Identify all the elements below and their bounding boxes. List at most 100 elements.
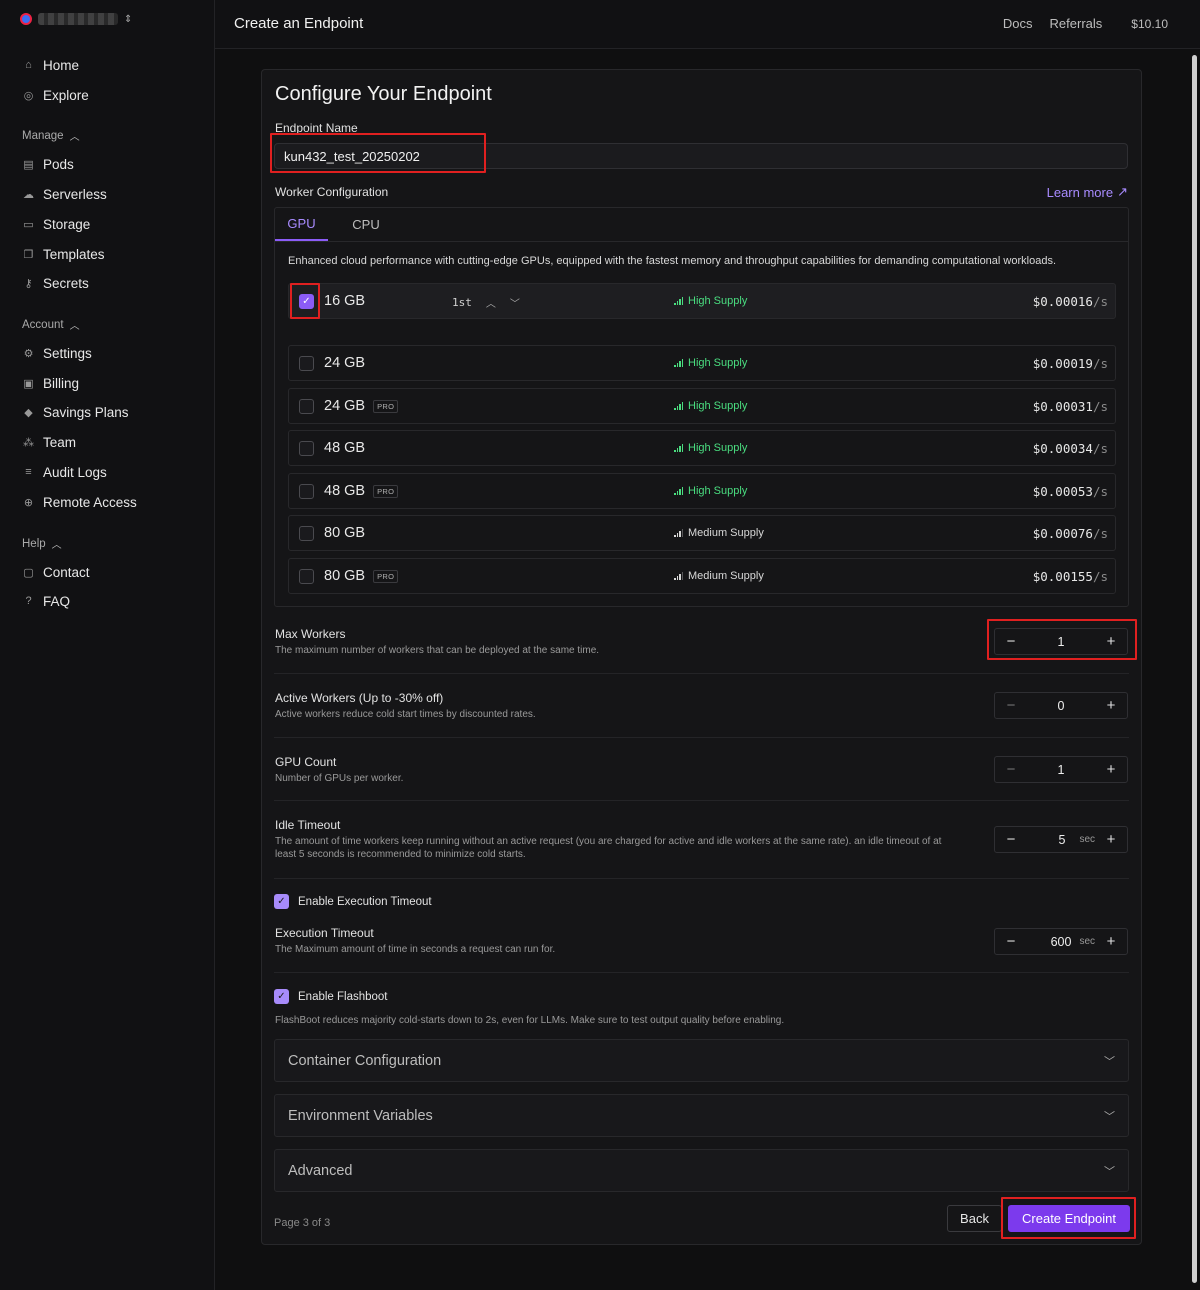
max-workers-stepper[interactable]: − 1 +	[994, 628, 1128, 655]
referrals-link[interactable]: Referrals	[1050, 16, 1103, 31]
environment-variables-accordion[interactable]: Environment Variables ﹀	[274, 1094, 1129, 1137]
supply-status: High Supply	[688, 400, 748, 412]
storage-icon: ▭	[23, 218, 34, 231]
tab-cpu[interactable]: CPU	[341, 208, 391, 241]
decrement-button[interactable]: −	[1005, 697, 1017, 714]
signal-bars-icon	[674, 572, 683, 580]
gpu-checkbox[interactable]	[299, 526, 314, 541]
sidebar-item-storage[interactable]: ▭ Storage	[22, 214, 90, 234]
price-unit: /s	[1092, 484, 1108, 499]
section-help[interactable]: Help ︿	[22, 536, 62, 552]
sidebar-item-team[interactable]: ⁂ Team	[22, 432, 76, 452]
checkbox-checked-icon[interactable]: ✓	[274, 989, 289, 1004]
sidebar-item-templates[interactable]: ❐ Templates	[22, 244, 105, 264]
sidebar-item-explore[interactable]: ◎ Explore	[22, 85, 89, 105]
gpu-checkbox[interactable]	[299, 484, 314, 499]
check-icon: ✓	[302, 296, 311, 307]
advanced-accordion[interactable]: Advanced ﹀	[274, 1149, 1129, 1192]
sidebar-item-contact[interactable]: ▢ Contact	[22, 562, 89, 582]
chevron-down-icon[interactable]: ﹀	[510, 295, 520, 310]
gpu-checkbox[interactable]	[299, 356, 314, 371]
checkbox-checked-icon[interactable]: ✓	[274, 894, 289, 909]
gpu-price: $0.00053	[1032, 484, 1093, 499]
sidebar-item-home[interactable]: ⌂ Home	[22, 55, 79, 75]
gpu-option-row[interactable]: 24 GB PRO High Supply $0.00031/s	[288, 388, 1116, 424]
signal-bars-icon	[674, 444, 683, 452]
divider	[274, 972, 1129, 973]
gpu-option-row[interactable]: 80 GB Medium Supply $0.00076/s	[288, 515, 1116, 551]
gpu-checkbox[interactable]	[299, 441, 314, 456]
increment-button[interactable]: +	[1105, 933, 1117, 950]
section-account[interactable]: Account ︿	[22, 317, 80, 333]
decrement-button[interactable]: −	[1005, 933, 1017, 950]
increment-button[interactable]: +	[1105, 633, 1117, 650]
workspace-logo-icon	[20, 13, 32, 25]
stepper-value[interactable]: 600	[1017, 935, 1072, 949]
gpu-price: $0.00016	[1032, 294, 1093, 309]
back-button[interactable]: Back	[947, 1205, 1002, 1232]
gpu-size: 80 GB	[324, 525, 366, 541]
tab-gpu[interactable]: GPU	[275, 208, 328, 241]
stepper-value[interactable]: 0	[1017, 699, 1105, 713]
gpu-option-row[interactable]: 48 GB PRO High Supply $0.00053/s	[288, 473, 1116, 509]
section-manage[interactable]: Manage ︿	[22, 128, 80, 144]
decrement-button[interactable]: −	[1005, 761, 1017, 778]
create-endpoint-button[interactable]: Create Endpoint	[1008, 1205, 1130, 1232]
sidebar-item-audit-logs[interactable]: ≡ Audit Logs	[22, 462, 107, 482]
docs-link[interactable]: Docs	[1003, 16, 1033, 31]
sidebar-item-serverless[interactable]: ☁ Serverless	[22, 184, 107, 204]
price-unit: /s	[1092, 441, 1108, 456]
execution-timeout-label: Execution Timeout	[275, 926, 374, 940]
decrement-button[interactable]: −	[1005, 633, 1017, 650]
decrement-button[interactable]: −	[1005, 831, 1017, 848]
gpu-checkbox[interactable]	[299, 569, 314, 584]
endpoint-name-label: Endpoint Name	[275, 121, 358, 135]
sidebar-item-savings-plans[interactable]: ◆ Savings Plans	[22, 402, 128, 422]
increment-button[interactable]: +	[1105, 831, 1117, 848]
supply-status: High Supply	[688, 357, 748, 369]
enable-execution-timeout-toggle[interactable]: ✓ Enable Execution Timeout	[274, 894, 432, 909]
sidebar-item-faq[interactable]: ? FAQ	[22, 591, 70, 611]
gpu-checkbox[interactable]: ✓	[299, 294, 314, 309]
increment-button[interactable]: +	[1105, 761, 1117, 778]
worker-config-label: Worker Configuration	[275, 185, 389, 199]
enable-flashboot-toggle[interactable]: ✓ Enable Flashboot	[274, 989, 388, 1004]
stepper-value[interactable]: 5	[1017, 833, 1065, 847]
idle-timeout-stepper[interactable]: − 5 sec +	[994, 826, 1128, 853]
active-workers-desc: Active workers reduce cold start times b…	[275, 709, 536, 720]
sidebar-item-secrets[interactable]: ⚷ Secrets	[22, 273, 88, 293]
gpu-checkbox[interactable]	[299, 399, 314, 414]
active-workers-stepper[interactable]: − 0 +	[994, 692, 1128, 719]
gpu-option-row[interactable]: 24 GB High Supply $0.00019/s	[288, 345, 1116, 381]
execution-timeout-stepper[interactable]: − 600 sec +	[994, 928, 1128, 955]
sidebar-item-settings[interactable]: ⚙ Settings	[22, 343, 92, 363]
gpu-option-row[interactable]: 80 GB PRO Medium Supply $0.00155/s	[288, 558, 1116, 594]
stepper-value[interactable]: 1	[1017, 763, 1105, 777]
chevron-down-icon: ﹀	[1104, 1165, 1115, 1178]
sidebar-item-remote-access[interactable]: ⊕ Remote Access	[22, 492, 137, 512]
idle-timeout-label: Idle Timeout	[275, 818, 341, 832]
tag-icon: ◆	[24, 406, 33, 419]
increment-button[interactable]: +	[1105, 697, 1117, 714]
flashboot-desc: FlashBoot reduces majority cold-starts d…	[275, 1015, 785, 1026]
container-configuration-accordion[interactable]: Container Configuration ﹀	[274, 1039, 1129, 1082]
endpoint-name-input[interactable]: kun432_test_20250202	[274, 143, 1128, 169]
signal-bars-icon	[674, 402, 683, 410]
scrollbar-thumb[interactable]	[1192, 55, 1197, 1283]
gpu-count-desc: Number of GPUs per worker.	[275, 773, 404, 784]
sidebar-item-pods[interactable]: ▤ Pods	[22, 154, 73, 174]
stepper-value[interactable]: 1	[1017, 635, 1105, 649]
balance[interactable]: $10.10	[1131, 17, 1168, 31]
sidebar-item-billing[interactable]: ▣ Billing	[22, 373, 79, 393]
team-icon: ⁂	[23, 436, 34, 449]
active-workers-label: Active Workers (Up to -30% off)	[275, 691, 444, 705]
key-icon: ⚷	[24, 277, 33, 290]
chevron-up-icon[interactable]: ︿	[486, 295, 496, 310]
gpu-count-stepper[interactable]: − 1 +	[994, 756, 1128, 783]
learn-more-link[interactable]: Learn more ↗	[1047, 184, 1128, 200]
pods-icon: ▤	[23, 158, 34, 171]
workspace-switcher[interactable]: ⇕	[20, 13, 132, 25]
gpu-option-row[interactable]: 48 GB High Supply $0.00034/s	[288, 430, 1116, 466]
gpu-price: $0.00155	[1032, 569, 1093, 584]
gpu-option-row[interactable]: ✓ 16 GB 1st ︿ ﹀ High Supply $0.00016/s	[288, 283, 1116, 319]
